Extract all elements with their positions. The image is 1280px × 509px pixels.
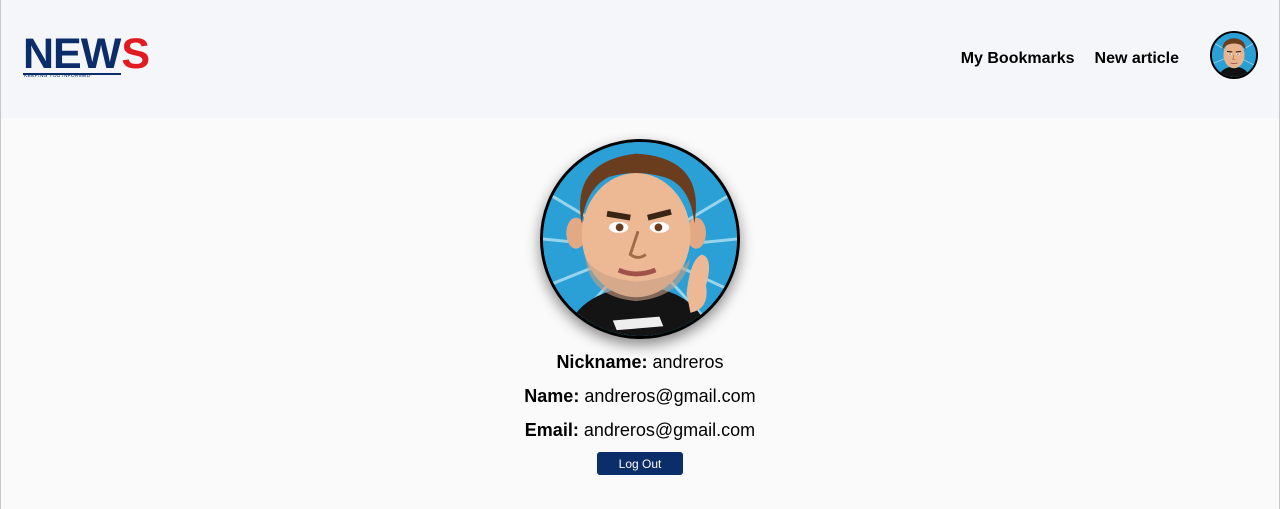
nickname-row: Nickname: andreros bbox=[524, 350, 755, 384]
logout-button[interactable]: Log Out bbox=[597, 452, 683, 475]
name-label: Name: bbox=[524, 386, 580, 406]
news-logo[interactable]: NEWS KEEPING YOU INFORMED bbox=[23, 30, 155, 81]
main-nav: My Bookmarks New article bbox=[961, 48, 1179, 70]
logo-new: NEW bbox=[23, 30, 121, 78]
user-avatar-icon[interactable] bbox=[1210, 31, 1258, 79]
logo-wordmark: NEWS bbox=[23, 30, 155, 78]
name-value: andreros@gmail.com bbox=[584, 386, 756, 406]
nickname-value: andreros bbox=[652, 352, 724, 372]
nav-new-article[interactable]: New article bbox=[1095, 48, 1179, 70]
logo-s: S bbox=[121, 30, 150, 78]
name-row: Name: andreros@gmail.com bbox=[524, 384, 755, 418]
profile-info: Nickname: andreros Name: andreros@gmail.… bbox=[524, 350, 755, 452]
email-label: Email: bbox=[524, 420, 579, 440]
profile-section: Nickname: andreros Name: andreros@gmail.… bbox=[1, 118, 1279, 475]
nav-my-bookmarks[interactable]: My Bookmarks bbox=[961, 48, 1075, 70]
email-row: Email: andreros@gmail.com bbox=[524, 418, 755, 452]
nickname-label: Nickname: bbox=[556, 352, 648, 372]
email-value: andreros@gmail.com bbox=[583, 420, 756, 440]
logo-tagline: KEEPING YOU INFORMED bbox=[24, 73, 91, 79]
profile-avatar-icon bbox=[540, 139, 740, 339]
header: NEWS KEEPING YOU INFORMED My Bookmarks N… bbox=[1, 0, 1279, 118]
